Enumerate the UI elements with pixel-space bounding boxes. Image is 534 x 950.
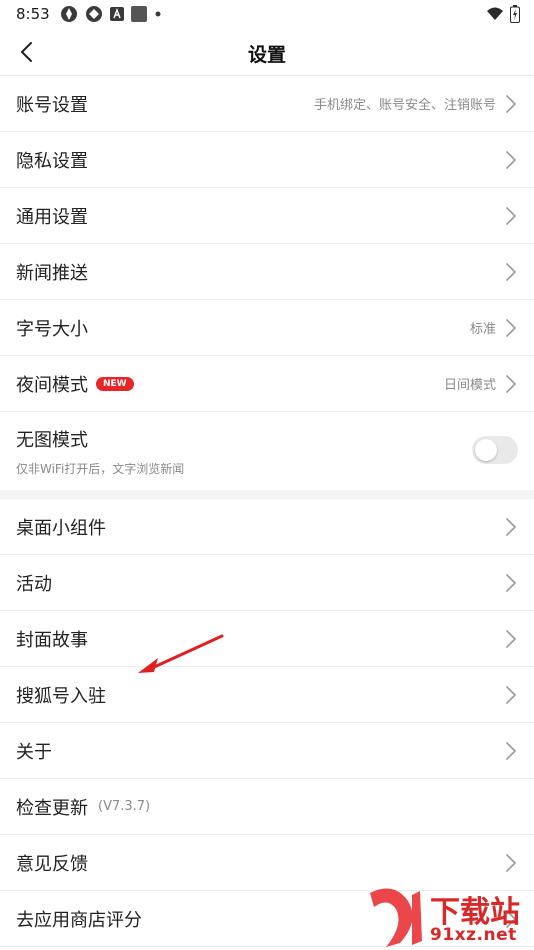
row-right (504, 685, 518, 705)
news-push-label: 新闻推送 (16, 262, 88, 284)
battery-charging-icon (510, 5, 520, 23)
chevron-right-icon (506, 374, 516, 393)
watermark: 下载站 91xz.net (360, 885, 534, 950)
row-right (504, 517, 518, 537)
sohu-account-row[interactable]: 搜狐号入驻 (0, 667, 534, 723)
news-push-row[interactable]: 新闻推送 (0, 244, 534, 300)
chevron-right-icon (506, 517, 516, 536)
about-row[interactable]: 关于 (0, 723, 534, 779)
chevron-right-icon (506, 629, 516, 648)
row-right (504, 206, 518, 226)
chevron-right-icon (506, 853, 516, 872)
toggle-knob (475, 439, 497, 461)
general-settings-label: 通用设置 (16, 206, 88, 228)
chevron-right-icon (506, 685, 516, 704)
account-settings-label: 账号设置 (16, 94, 88, 116)
status-right (486, 5, 520, 23)
status-icons (60, 5, 162, 23)
privacy-settings-label: 隐私设置 (16, 150, 88, 172)
dot-icon (155, 11, 161, 17)
chevron-right-icon (506, 262, 516, 281)
about-label: 关于 (16, 741, 52, 763)
settings-list: 账号设置 手机绑定、账号安全、注销账号 隐私设置 通用设置 新闻推送 字号大小 … (0, 76, 534, 947)
section-divider (0, 490, 534, 499)
row-right: 手机绑定、账号安全、注销账号 (314, 94, 518, 114)
desktop-widget-label: 桌面小组件 (16, 517, 106, 539)
check-update-label: 检查更新 (16, 797, 88, 819)
status-time: 8:53 (16, 5, 50, 23)
activity-row[interactable]: 活动 (0, 555, 534, 611)
no-image-mode-toggle[interactable] (472, 436, 518, 464)
font-size-value: 标准 (469, 322, 496, 337)
feedback-row[interactable]: 意见反馈 (0, 835, 534, 891)
night-mode-row[interactable]: 夜间模式 NEW 日间模式 (0, 356, 534, 412)
row-right (504, 262, 518, 282)
chevron-right-icon (506, 741, 516, 760)
no-image-mode-description: 仅非WiFi打开后，文字浏览新闻 (16, 461, 185, 476)
nav-bar: 设置 (0, 28, 534, 76)
general-settings-row[interactable]: 通用设置 (0, 188, 534, 244)
account-settings-row[interactable]: 账号设置 手机绑定、账号安全、注销账号 (0, 76, 534, 132)
row-right (504, 853, 518, 873)
watermark-logo-icon (370, 888, 422, 947)
watermark-site: 91xz.net (430, 925, 517, 945)
font-size-label: 字号大小 (16, 318, 88, 340)
new-badge: NEW (96, 376, 134, 391)
chevron-right-icon (506, 318, 516, 337)
chevron-right-icon (506, 206, 516, 225)
feedback-label: 意见反馈 (16, 853, 88, 875)
row-right (504, 629, 518, 649)
row-right: 日间模式 (444, 374, 518, 394)
night-mode-value: 日间模式 (443, 378, 496, 393)
no-image-mode-row: 无图模式 仅非WiFi打开后，文字浏览新闻 (0, 412, 534, 490)
status-bar: 8:53 (0, 0, 534, 28)
chevron-right-icon (506, 94, 516, 113)
sohu-account-label: 搜狐号入驻 (16, 685, 106, 707)
square-app-icon (130, 6, 147, 22)
chevron-right-icon (506, 573, 516, 592)
cover-story-row[interactable]: 封面故事 (0, 611, 534, 667)
a-badge-icon (109, 7, 124, 21)
cover-story-label: 封面故事 (16, 629, 88, 651)
row-right (504, 150, 518, 170)
row-right (504, 573, 518, 593)
row-right (504, 741, 518, 761)
row-right: 标准 (470, 318, 518, 338)
desktop-widget-row[interactable]: 桌面小组件 (0, 499, 534, 555)
night-mode-label: 夜间模式 (16, 374, 88, 396)
privacy-settings-row[interactable]: 隐私设置 (0, 132, 534, 188)
account-settings-value: 手机绑定、账号安全、注销账号 (313, 98, 496, 113)
page-title: 设置 (247, 44, 286, 66)
font-size-row[interactable]: 字号大小 标准 (0, 300, 534, 356)
activity-label: 活动 (16, 573, 52, 595)
rate-app-label: 去应用商店评分 (16, 909, 142, 931)
no-image-mode-label: 无图模式 (16, 429, 88, 451)
check-update-row[interactable]: 检查更新 (V7.3.7) (0, 779, 534, 835)
network-b-icon (85, 6, 102, 22)
annotation-arrow-icon (138, 634, 224, 673)
chevron-right-icon (506, 150, 516, 169)
wifi-icon (487, 7, 503, 20)
version-label: (V7.3.7) (98, 799, 151, 814)
network-a-icon (60, 6, 77, 22)
